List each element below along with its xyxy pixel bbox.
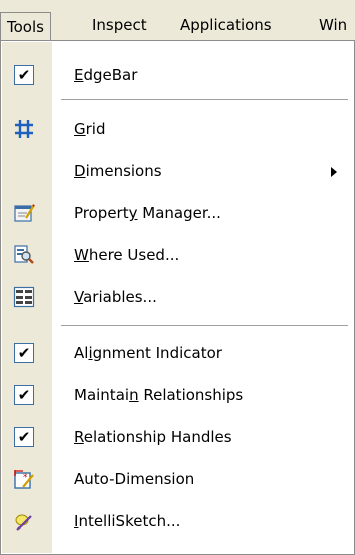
checkbox-checked-icon: ✔ <box>12 341 36 365</box>
separator <box>61 325 348 326</box>
where-used-icon <box>12 243 36 267</box>
variables-icon <box>12 285 36 309</box>
intellisketch-icon <box>12 509 36 533</box>
menu-item-edgebar[interactable]: ✔ EdgeBar <box>2 58 353 92</box>
menu-item-grid[interactable]: Grid <box>2 112 353 146</box>
menu-item-dimensions[interactable]: Dimensions <box>2 154 353 188</box>
grid-icon <box>12 117 36 141</box>
checkbox-checked-icon: ✔ <box>12 425 36 449</box>
menu-tools[interactable]: Tools <box>0 12 51 40</box>
menu-item-variables[interactable]: Variables... <box>2 280 353 314</box>
menu-item-auto-dimension[interactable]: * Auto-Dimension <box>2 462 353 496</box>
submenu-arrow-icon <box>331 167 337 177</box>
menu-item-where-used[interactable]: Where Used... <box>2 238 353 272</box>
tools-dropdown-menu: ✔ EdgeBar Grid Dimensions Property Manag… <box>0 40 355 555</box>
property-manager-icon <box>12 201 36 225</box>
menu-inspect[interactable]: Inspect <box>86 13 153 37</box>
auto-dimension-icon: * <box>12 467 36 491</box>
menu-item-maintain-relationships[interactable]: ✔ Maintain Relationships <box>2 378 353 412</box>
separator <box>61 99 348 100</box>
checkbox-checked-icon: ✔ <box>12 383 36 407</box>
menu-applications[interactable]: Applications <box>174 13 278 37</box>
checkbox-checked-icon: ✔ <box>12 63 36 87</box>
menu-item-relationship-handles[interactable]: ✔ Relationship Handles <box>2 420 353 454</box>
menu-item-intellisketch[interactable]: IntelliSketch... <box>2 504 353 538</box>
menu-window[interactable]: Win <box>313 13 353 37</box>
menu-item-property-manager[interactable]: Property Manager... <box>2 196 353 230</box>
menu-item-alignment-indicator[interactable]: ✔ Alignment Indicator <box>2 336 353 370</box>
